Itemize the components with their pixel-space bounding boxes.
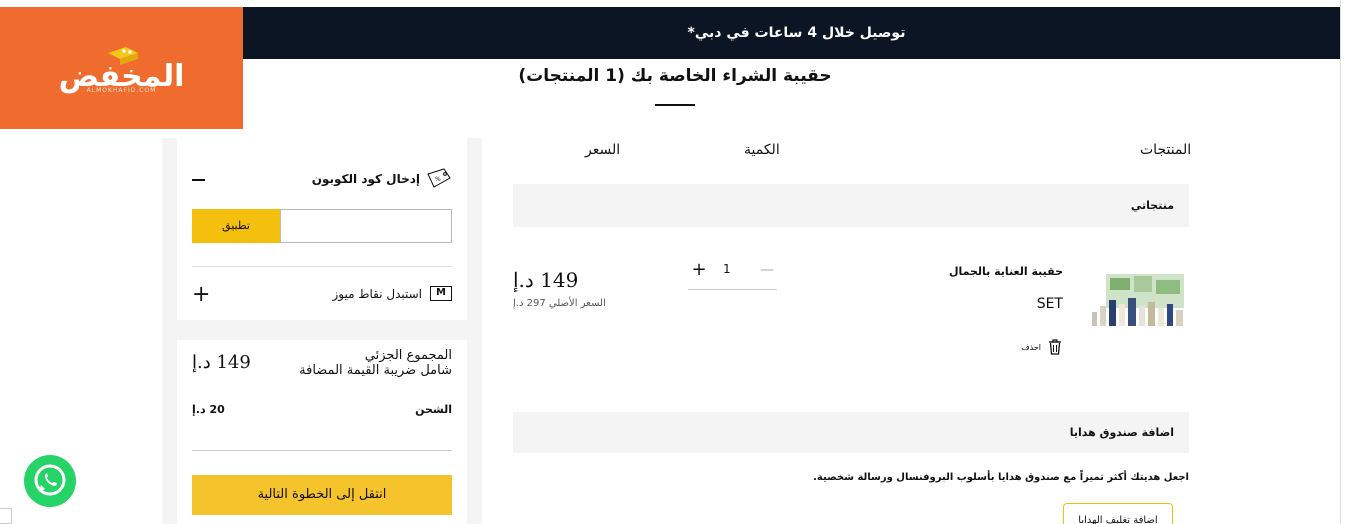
cart-title: حقيبة الشراء الخاصة بك (1 المنتجات) [518,66,832,86]
next-step-button[interactable]: انتقل إلى الخطوة التالية [192,475,452,515]
product-name[interactable]: حقيبة العناية بالجمال [949,265,1063,278]
divider [192,450,452,451]
shipping-label: الشحن [415,403,452,416]
my-products-header: منتجاتي [513,184,1189,227]
shipping-value: 20 د.إ [192,403,225,416]
subtotal-value: 149 د.إ [192,352,251,373]
site-logo[interactable]: المخفض ALMOKHAFID.COM [0,7,243,129]
coupon-code-input[interactable] [280,209,452,243]
order-summary-panel: المجموع الجزئي شامل ضريبة القيمة المضافة… [177,340,467,524]
delete-label: احذف [1021,343,1041,352]
redeem-miles-label: استبدل نقاط ميوز [332,287,422,301]
item-original-price: السعر الأصلي 297 د.إ [513,298,606,309]
decrease-quantity-button[interactable]: — [760,258,774,282]
increase-quantity-button[interactable]: + [688,258,710,282]
item-price: 149 د.إ [513,268,579,292]
quantity-value[interactable]: 1 [723,262,731,276]
collapse-minus-icon[interactable] [192,179,205,181]
price-column-header: السعر [585,142,621,158]
quantity-column-header: الكمية [744,142,780,158]
svg-text:%: % [435,176,441,183]
delivery-banner-text: توصيل خلال 4 ساعات في دبي* [687,25,906,41]
coupon-header[interactable]: % إدخال كود الكوبون [192,168,452,192]
products-column-header: المنتجات [1140,142,1192,158]
add-gift-wrap-button[interactable]: اضافة تغليف الهدايا [1063,503,1173,524]
expand-plus-icon[interactable]: + [192,284,210,306]
whatsapp-icon [34,464,66,496]
gift-box-description: اجعل هديتك أكثر تميزاً مع صندوق هدايا بأ… [813,472,1189,483]
gift-box-header: اضافة صندوق هدايا [513,412,1189,453]
apply-coupon-button[interactable]: تطبيق [192,209,280,243]
product-variant: SET [1036,296,1063,312]
subtotal-label: المجموع الجزئي شامل ضريبة القيمة المضافة [299,348,452,378]
gift-box-title: اضافة صندوق هدايا [1069,426,1174,439]
quantity-stepper: + 1 — [688,258,777,290]
redeem-miles-row[interactable]: M استبدل نقاط ميوز + [192,283,452,307]
whatsapp-chat-button[interactable] [24,455,76,507]
trash-icon [1049,339,1061,355]
my-products-label: منتجاتي [1130,199,1174,212]
logo-domain: ALMOKHAFID.COM [86,87,157,94]
divider [192,266,452,267]
product-image[interactable] [1088,270,1188,330]
coupon-tag-icon: % [427,168,451,188]
title-underline [655,104,695,106]
miles-badge-icon: M [430,286,452,301]
feedback-tab[interactable] [0,508,12,524]
page-scroll-edge [1340,0,1350,524]
coupon-panel: % إدخال كود الكوبون تطبيق M استبدل نقاط … [177,138,467,320]
vat-note: شامل ضريبة القيمة المضافة [299,363,452,378]
subtotal-title: المجموع الجزئي [364,348,452,363]
coupon-label: إدخال كود الكوبون [311,172,420,186]
